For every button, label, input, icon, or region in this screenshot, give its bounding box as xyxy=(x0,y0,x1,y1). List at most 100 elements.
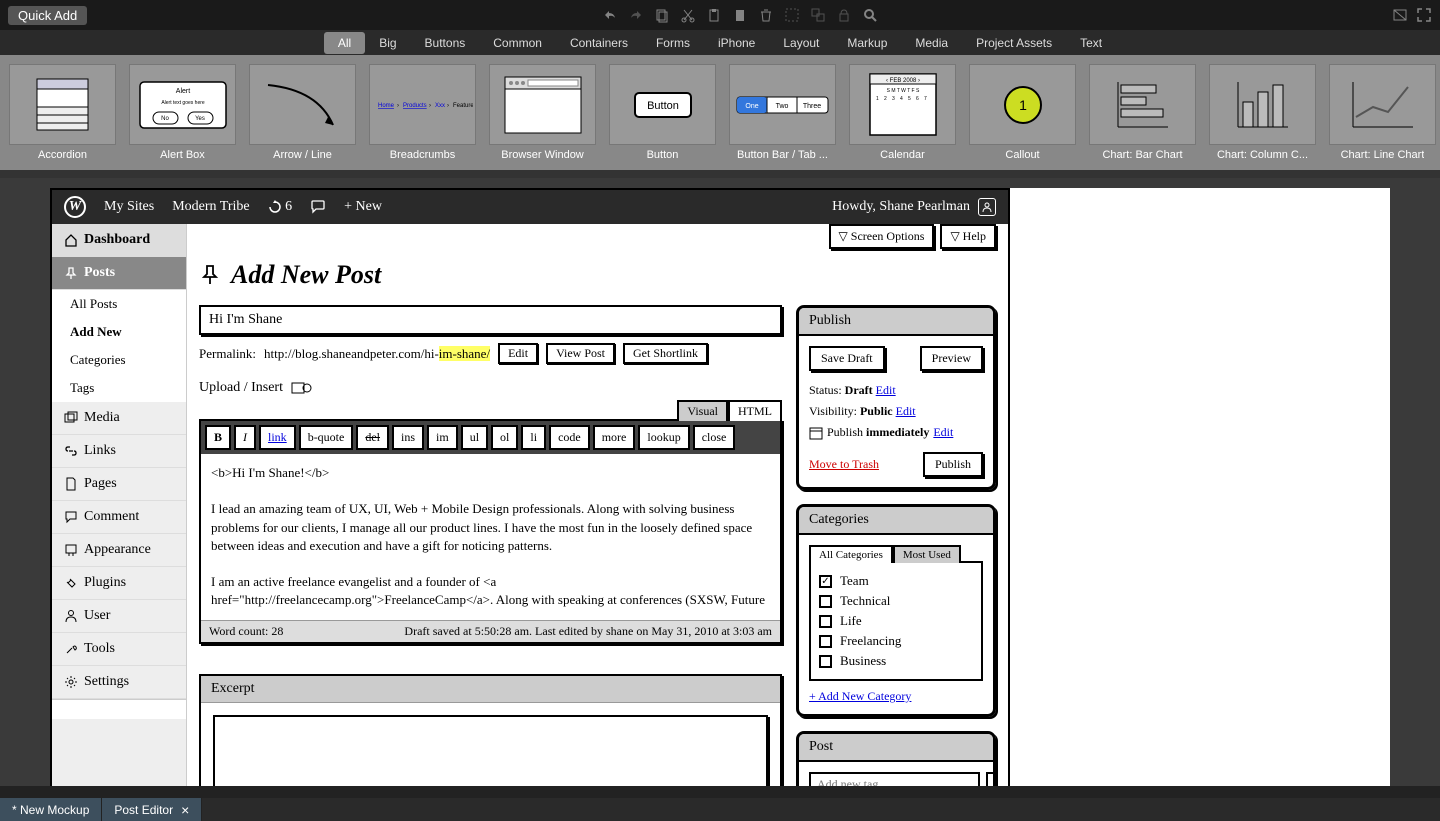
file-tab-post-editor[interactable]: Post Editor × xyxy=(102,798,202,821)
undo-icon[interactable] xyxy=(602,7,618,23)
admin-bar-new[interactable]: + New xyxy=(344,199,382,215)
get-shortlink-button[interactable]: Get Shortlink xyxy=(623,343,708,364)
excerpt-textarea[interactable] xyxy=(213,715,768,787)
add-new-category-link[interactable]: + Add New Category xyxy=(809,689,911,703)
status-edit-link[interactable]: Edit xyxy=(876,383,896,397)
sidebar-item-pages[interactable]: Pages xyxy=(52,468,186,501)
add-tag-input[interactable] xyxy=(809,772,980,786)
toolbar-ins-button[interactable]: ins xyxy=(392,425,424,450)
category-checkbox-business[interactable] xyxy=(819,655,832,668)
category-tab-all[interactable]: All xyxy=(324,32,365,54)
editor-tab-visual[interactable]: Visual xyxy=(677,400,728,421)
toolbar-italic-button[interactable]: I xyxy=(234,425,256,450)
category-checkbox-team[interactable]: ✓ xyxy=(819,575,832,588)
ungroup-icon[interactable] xyxy=(810,7,826,23)
save-draft-button[interactable]: Save Draft xyxy=(809,346,885,371)
shelf-item-breadcrumbs[interactable]: Home›Products›Xxx›Feature Breadcrumbs xyxy=(365,60,480,165)
group-icon[interactable] xyxy=(784,7,800,23)
toolbar-bquote-button[interactable]: b-quote xyxy=(299,425,354,450)
sidebar-item-plugins[interactable]: Plugins xyxy=(52,567,186,600)
help-button[interactable]: ▽ Help xyxy=(940,224,996,249)
shelf-item-arrow-line[interactable]: Arrow / Line xyxy=(245,60,360,165)
add-tag-button[interactable]: Add xyxy=(986,772,996,786)
copy-icon[interactable] xyxy=(654,7,670,23)
delete-icon[interactable] xyxy=(758,7,774,23)
category-tab-buttons[interactable]: Buttons xyxy=(411,32,480,54)
redo-icon[interactable] xyxy=(628,7,644,23)
category-tab-text[interactable]: Text xyxy=(1066,32,1116,54)
view-post-button[interactable]: View Post xyxy=(546,343,615,364)
sidebar-item-comment[interactable]: Comment xyxy=(52,501,186,534)
media-upload-icon[interactable] xyxy=(291,380,313,396)
toolbar-code-button[interactable]: code xyxy=(549,425,590,450)
sidebar-item-dashboard[interactable]: Dashboard xyxy=(52,224,186,257)
admin-bar-updates[interactable]: 6 xyxy=(268,199,293,215)
shelf-scrollbar[interactable] xyxy=(0,170,1440,178)
component-shelf[interactable]: Accordion AlertAlert text goes hereNoYes… xyxy=(0,55,1440,170)
sidebar-item-settings[interactable]: Settings xyxy=(52,666,186,699)
category-tab-big[interactable]: Big xyxy=(365,32,410,54)
category-tab-markup[interactable]: Markup xyxy=(833,32,901,54)
canvas-area[interactable]: W My Sites Modern Tribe 6 + New Howdy, S… xyxy=(0,178,1440,786)
category-tab-containers[interactable]: Containers xyxy=(556,32,642,54)
toolbar-close-button[interactable]: close xyxy=(693,425,736,450)
category-checkbox-technical[interactable] xyxy=(819,595,832,608)
sidebar-sub-tags[interactable]: Tags xyxy=(52,374,186,402)
category-checkbox-life[interactable] xyxy=(819,615,832,628)
categories-tab-most-used[interactable]: Most Used xyxy=(893,545,961,563)
preview-button[interactable]: Preview xyxy=(920,346,983,371)
toolbar-img-button[interactable]: im xyxy=(427,425,458,450)
category-tab-layout[interactable]: Layout xyxy=(769,32,833,54)
shelf-item-chart-column[interactable]: Chart: Column C... xyxy=(1205,60,1320,165)
shelf-item-callout[interactable]: 1 Callout xyxy=(965,60,1080,165)
category-tab-common[interactable]: Common xyxy=(479,32,556,54)
shelf-item-calendar[interactable]: ‹ FEB 2008 ›S M T W T F S1234567 Calenda… xyxy=(845,60,960,165)
shelf-item-button[interactable]: Button Button xyxy=(605,60,720,165)
post-content-editor[interactable]: <b>Hi I'm Shane!</b> I lead an amazing t… xyxy=(201,454,780,620)
lock-icon[interactable] xyxy=(836,7,852,23)
post-title-input[interactable] xyxy=(199,305,782,335)
file-tab-new-mockup[interactable]: * New Mockup xyxy=(0,798,102,821)
toolbar-ul-button[interactable]: ul xyxy=(461,425,488,450)
sidebar-sub-all-posts[interactable]: All Posts xyxy=(52,290,186,318)
quick-add-button[interactable]: Quick Add xyxy=(8,6,87,25)
toolbar-ol-button[interactable]: ol xyxy=(491,425,518,450)
category-checkbox-freelancing[interactable] xyxy=(819,635,832,648)
shelf-item-alert-box[interactable]: AlertAlert text goes hereNoYes Alert Box xyxy=(125,60,240,165)
sidebar-item-user[interactable]: User xyxy=(52,600,186,633)
sidebar-sub-add-new[interactable]: Add New xyxy=(52,318,186,346)
sidebar-sub-categories[interactable]: Categories xyxy=(52,346,186,374)
toolbar-li-button[interactable]: li xyxy=(521,425,546,450)
sidebar-item-media[interactable]: Media xyxy=(52,402,186,435)
toolbar-bold-button[interactable]: B xyxy=(205,425,231,450)
screen-options-button[interactable]: ▽ Screen Options xyxy=(829,224,935,249)
fullscreen-icon[interactable] xyxy=(1416,7,1432,23)
toolbar-more-button[interactable]: more xyxy=(593,425,636,450)
category-tab-media[interactable]: Media xyxy=(901,32,962,54)
sidebar-item-tools[interactable]: Tools xyxy=(52,633,186,666)
admin-bar-comments-icon[interactable] xyxy=(310,200,326,214)
category-tab-project-assets[interactable]: Project Assets xyxy=(962,32,1066,54)
categories-tab-all[interactable]: All Categories xyxy=(809,545,893,563)
paste-icon[interactable] xyxy=(706,7,722,23)
category-tab-forms[interactable]: Forms xyxy=(642,32,704,54)
admin-bar-site-name[interactable]: Modern Tribe xyxy=(172,199,249,215)
cut-icon[interactable] xyxy=(680,7,696,23)
schedule-edit-link[interactable]: Edit xyxy=(933,425,953,440)
sidebar-item-posts[interactable]: Posts xyxy=(52,257,186,290)
clipboard-icon[interactable] xyxy=(732,7,748,23)
move-to-trash-link[interactable]: Move to Trash xyxy=(809,457,879,472)
visibility-edit-link[interactable]: Edit xyxy=(896,404,916,418)
search-icon[interactable] xyxy=(862,7,878,23)
mockup-canvas[interactable]: W My Sites Modern Tribe 6 + New Howdy, S… xyxy=(50,188,1390,786)
shelf-item-browser-window[interactable]: Browser Window xyxy=(485,60,600,165)
permalink-edit-button[interactable]: Edit xyxy=(498,343,538,364)
wordpress-logo-icon[interactable]: W xyxy=(64,196,86,218)
shelf-item-chart-line[interactable]: Chart: Line Chart xyxy=(1325,60,1440,165)
canvas-horizontal-scrollbar[interactable] xyxy=(0,786,1440,798)
admin-bar-my-sites[interactable]: My Sites xyxy=(104,199,154,215)
editor-tab-html[interactable]: HTML xyxy=(728,400,782,421)
shelf-item-accordion[interactable]: Accordion xyxy=(5,60,120,165)
sidebar-item-links[interactable]: Links xyxy=(52,435,186,468)
shelf-item-chart-bar[interactable]: Chart: Bar Chart xyxy=(1085,60,1200,165)
